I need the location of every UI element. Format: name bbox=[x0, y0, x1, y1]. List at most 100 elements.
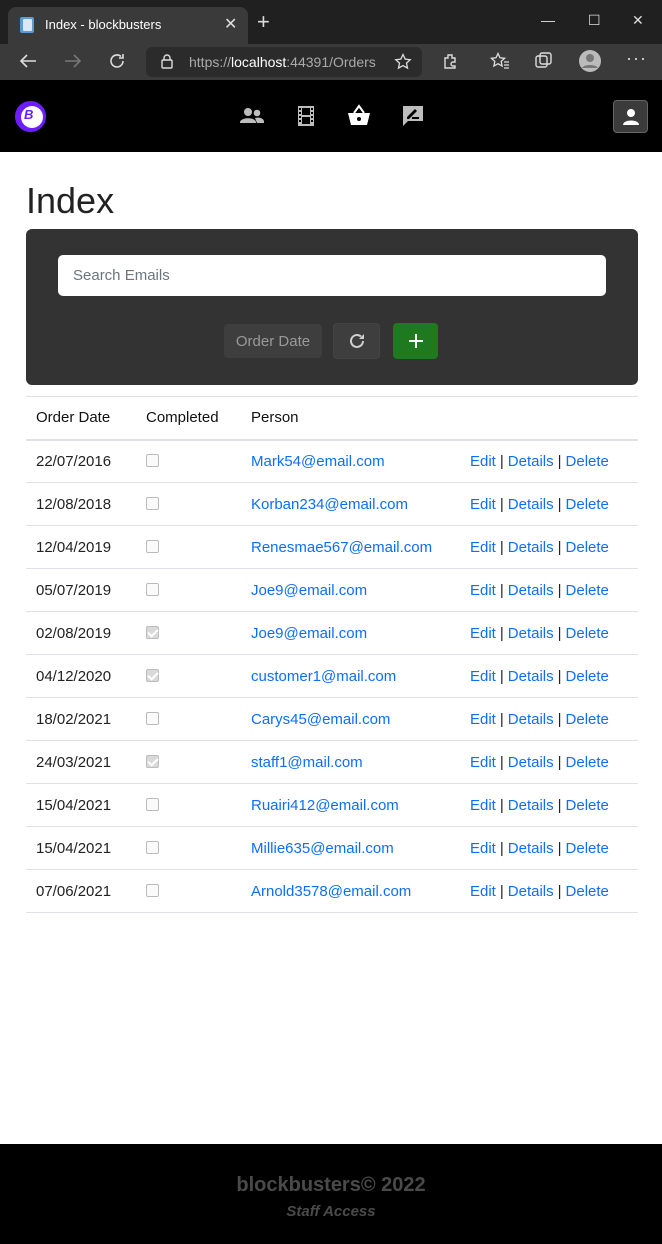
basket-icon[interactable] bbox=[346, 103, 372, 129]
edit-link[interactable]: Edit bbox=[470, 883, 496, 900]
delete-link[interactable]: Delete bbox=[566, 539, 609, 556]
actions-cell: Edit | Details | Delete bbox=[460, 783, 638, 827]
edit-link[interactable]: Edit bbox=[470, 539, 496, 556]
edit-link[interactable]: Edit bbox=[470, 625, 496, 642]
table-row: 18/02/2021 Carys45@email.com Edit | Details |… bbox=[26, 697, 638, 741]
delete-link[interactable]: Delete bbox=[566, 797, 609, 814]
separator: | bbox=[499, 495, 504, 513]
edit-link[interactable]: Edit bbox=[470, 496, 496, 513]
more-icon[interactable]: ··· bbox=[626, 48, 647, 69]
minimize-icon[interactable]: — bbox=[541, 12, 555, 28]
person-link[interactable]: Korban234@email.com bbox=[251, 496, 408, 513]
completed-checkbox[interactable] bbox=[146, 496, 159, 510]
order-date-cell: 18/02/2021 bbox=[26, 697, 136, 741]
forward-icon[interactable] bbox=[64, 53, 82, 69]
add-favorite-icon[interactable] bbox=[394, 53, 412, 71]
delete-link[interactable]: Delete bbox=[566, 883, 609, 900]
person-link[interactable]: Renesmae567@email.com bbox=[251, 539, 432, 556]
person-link[interactable]: Carys45@email.com bbox=[251, 711, 390, 728]
details-link[interactable]: Details bbox=[508, 582, 554, 599]
completed-checkbox[interactable] bbox=[146, 840, 159, 854]
completed-checkbox[interactable] bbox=[146, 539, 159, 553]
person-link[interactable]: Ruairi412@email.com bbox=[251, 797, 399, 814]
person-link[interactable]: Arnold3578@email.com bbox=[251, 883, 411, 900]
details-link[interactable]: Details bbox=[508, 883, 554, 900]
edit-link[interactable]: Edit bbox=[470, 711, 496, 728]
edit-link[interactable]: Edit bbox=[470, 582, 496, 599]
details-link[interactable]: Details bbox=[508, 496, 554, 513]
refresh-browser-icon[interactable] bbox=[108, 52, 126, 70]
edit-link[interactable]: Edit bbox=[470, 668, 496, 685]
actions-cell: Edit | Details | Delete bbox=[460, 568, 638, 612]
new-tab-icon[interactable]: + bbox=[257, 11, 270, 33]
person-link[interactable]: staff1@mail.com bbox=[251, 754, 363, 771]
logo-letter: B bbox=[24, 107, 34, 122]
person-link[interactable]: Joe9@email.com bbox=[251, 582, 367, 599]
details-link[interactable]: Details bbox=[508, 539, 554, 556]
back-icon[interactable] bbox=[19, 53, 37, 69]
account-button[interactable] bbox=[613, 100, 648, 133]
refresh-button[interactable] bbox=[333, 323, 380, 359]
header-order-date: Order Date bbox=[26, 396, 136, 441]
details-link[interactable]: Details bbox=[508, 453, 554, 470]
staff-access-link[interactable]: Staff Access bbox=[0, 1203, 662, 1220]
film-icon[interactable] bbox=[293, 103, 319, 129]
order-date-button[interactable]: Order Date bbox=[224, 324, 322, 358]
person-link[interactable]: Millie635@email.com bbox=[251, 840, 394, 857]
completed-checkbox[interactable] bbox=[146, 883, 159, 897]
delete-link[interactable]: Delete bbox=[566, 582, 609, 599]
separator: | bbox=[557, 796, 562, 814]
favorites-icon[interactable] bbox=[490, 52, 510, 70]
review-icon[interactable] bbox=[400, 103, 426, 129]
completed-checkbox[interactable] bbox=[146, 711, 159, 725]
delete-link[interactable]: Delete bbox=[566, 453, 609, 470]
details-link[interactable]: Details bbox=[508, 625, 554, 642]
delete-link[interactable]: Delete bbox=[566, 625, 609, 642]
completed-cell bbox=[136, 611, 241, 655]
url-field[interactable]: https://localhost:44391/Orders bbox=[146, 47, 422, 77]
collections-icon[interactable] bbox=[534, 52, 554, 70]
person-cell: Joe9@email.com bbox=[241, 611, 460, 655]
brand-logo[interactable]: B bbox=[15, 101, 46, 132]
close-tab-icon[interactable]: ✕ bbox=[224, 14, 237, 34]
browser-tab[interactable]: Index - blockbusters ✕ bbox=[8, 7, 248, 44]
profile-icon[interactable] bbox=[578, 49, 602, 73]
delete-link[interactable]: Delete bbox=[566, 840, 609, 857]
edit-link[interactable]: Edit bbox=[470, 840, 496, 857]
extensions-icon[interactable] bbox=[442, 52, 460, 70]
delete-link[interactable]: Delete bbox=[566, 754, 609, 771]
add-order-button[interactable] bbox=[393, 323, 438, 359]
actions-cell: Edit | Details | Delete bbox=[460, 654, 638, 698]
completed-checkbox[interactable] bbox=[146, 453, 159, 467]
maximize-icon[interactable]: ☐ bbox=[588, 12, 601, 29]
person-link[interactable]: customer1@mail.com bbox=[251, 668, 396, 685]
completed-checkbox[interactable] bbox=[146, 582, 159, 596]
delete-link[interactable]: Delete bbox=[566, 711, 609, 728]
edit-link[interactable]: Edit bbox=[470, 754, 496, 771]
close-window-icon[interactable]: ✕ bbox=[632, 12, 644, 29]
person-link[interactable]: Joe9@email.com bbox=[251, 625, 367, 642]
edit-link[interactable]: Edit bbox=[470, 453, 496, 470]
completed-checkbox[interactable] bbox=[146, 754, 159, 768]
details-link[interactable]: Details bbox=[508, 668, 554, 685]
separator: | bbox=[557, 624, 562, 642]
lock-icon[interactable] bbox=[160, 53, 174, 69]
header-actions bbox=[460, 396, 638, 441]
person-link[interactable]: Mark54@email.com bbox=[251, 453, 385, 470]
details-link[interactable]: Details bbox=[508, 711, 554, 728]
completed-checkbox[interactable] bbox=[146, 797, 159, 811]
people-icon[interactable] bbox=[239, 103, 265, 129]
details-link[interactable]: Details bbox=[508, 797, 554, 814]
order-date-cell: 15/04/2021 bbox=[26, 826, 136, 870]
delete-link[interactable]: Delete bbox=[566, 496, 609, 513]
completed-checkbox[interactable] bbox=[146, 668, 159, 682]
order-date-cell: 04/12/2020 bbox=[26, 654, 136, 698]
person-cell: customer1@mail.com bbox=[241, 654, 460, 698]
details-link[interactable]: Details bbox=[508, 754, 554, 771]
search-input[interactable] bbox=[58, 255, 606, 296]
delete-link[interactable]: Delete bbox=[566, 668, 609, 685]
edit-link[interactable]: Edit bbox=[470, 797, 496, 814]
order-date-cell: 12/08/2018 bbox=[26, 482, 136, 526]
details-link[interactable]: Details bbox=[508, 840, 554, 857]
completed-checkbox[interactable] bbox=[146, 625, 159, 639]
